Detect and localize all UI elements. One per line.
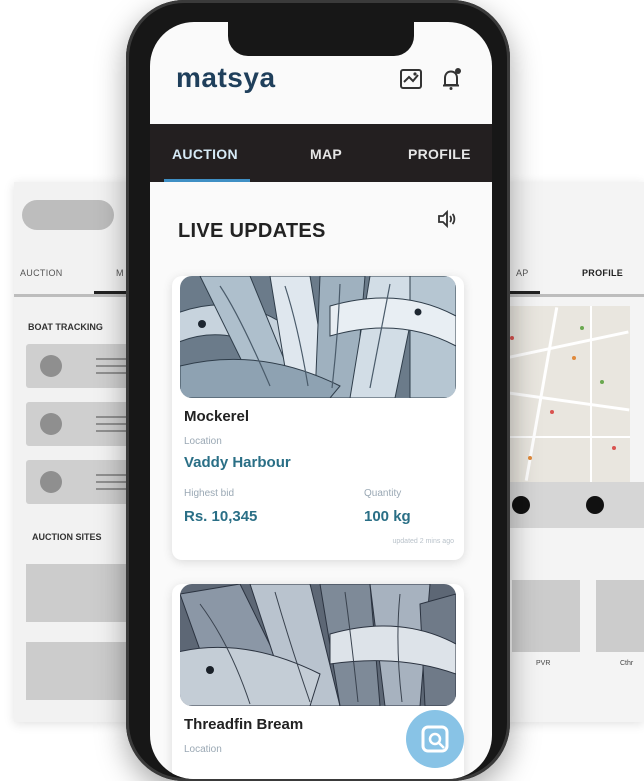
scan-icon xyxy=(421,725,449,753)
location-label: Location xyxy=(184,436,222,447)
slider-dot xyxy=(586,496,604,514)
boat-avatar xyxy=(40,413,62,435)
map-icon[interactable] xyxy=(398,66,424,92)
location-label: Location xyxy=(184,744,222,755)
fish-image xyxy=(180,584,456,706)
location-value: Vaddy Harbour xyxy=(184,454,291,471)
fish-image xyxy=(180,276,456,398)
app-logo: matsya xyxy=(176,62,276,93)
page-title: LIVE UPDATES xyxy=(178,220,326,242)
slider-dot xyxy=(512,496,530,514)
bid-value: Rs. 10,345 xyxy=(184,508,258,525)
updated-timestamp: updated 2 mins ago xyxy=(392,538,455,545)
active-tab-indicator xyxy=(164,179,250,182)
phone-notch xyxy=(228,22,414,56)
site-box xyxy=(596,580,644,652)
wireframe-tab-map: M xyxy=(116,268,124,278)
site-label: Cthr xyxy=(620,660,634,667)
auction-sites-heading: AUCTION SITES xyxy=(32,532,102,542)
bid-label: Highest bid xyxy=(184,488,235,499)
quantity-label: Quantity xyxy=(364,488,402,499)
tab-bar: AUCTION MAP PROFILE xyxy=(150,124,492,182)
wireframe-tab-profile: PROFILE xyxy=(582,268,624,278)
wireframe-logo-pill xyxy=(22,200,114,230)
bell-icon[interactable] xyxy=(438,66,464,92)
fish-name: Mockerel xyxy=(184,408,250,425)
boat-tracking-heading: BOAT TRACKING xyxy=(28,322,103,332)
boat-avatar xyxy=(40,471,62,493)
wireframe-tab-map: AP xyxy=(516,268,529,278)
tab-map[interactable]: MAP xyxy=(310,146,342,162)
scan-button[interactable] xyxy=(406,710,464,768)
tab-auction[interactable]: AUCTION xyxy=(172,146,238,162)
boat-avatar xyxy=(40,355,62,377)
phone-screen: matsya AUCTION MAP PROFILE LIVE UPDATES xyxy=(150,22,492,779)
site-box xyxy=(512,580,580,652)
wireframe-tab-auction: AUCTION xyxy=(20,268,63,278)
speaker-icon[interactable] xyxy=(436,208,458,230)
fish-name: Threadfin Bream xyxy=(184,716,304,733)
tab-profile[interactable]: PROFILE xyxy=(408,146,471,162)
auction-card[interactable]: Mockerel Location Vaddy Harbour Highest … xyxy=(172,276,464,560)
quantity-value: 100 kg xyxy=(364,508,411,525)
site-label: PVR xyxy=(536,660,551,667)
